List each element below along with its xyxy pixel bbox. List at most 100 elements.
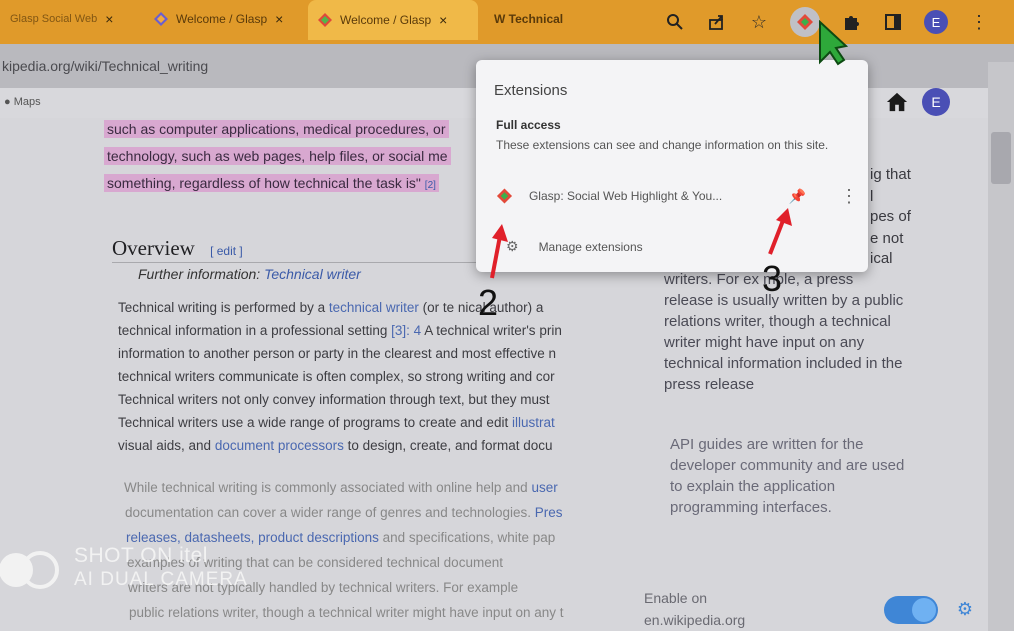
close-icon[interactable]: × xyxy=(105,11,113,27)
inline-link[interactable]: document processors xyxy=(215,438,344,453)
paragraph-text: visual aids, and xyxy=(118,438,215,453)
close-icon[interactable]: × xyxy=(439,12,447,28)
gear-icon[interactable]: ⚙ xyxy=(954,598,976,620)
paragraph-line: Technical writers not only convey inform… xyxy=(118,392,628,407)
highlighted-text[interactable]: technology, such as web pages, help file… xyxy=(104,147,451,165)
paragraph-text: Technical writers use a wide range of pr… xyxy=(118,415,512,430)
bookmark-maps[interactable]: ● Maps xyxy=(4,96,41,108)
share-icon[interactable] xyxy=(706,11,728,33)
highlighted-text[interactable]: something, regardless of how technical t… xyxy=(104,174,439,192)
right-fragment-text: e not xyxy=(870,230,904,247)
paragraph-text: documentation can cover a wider range of… xyxy=(125,505,535,520)
tab-label: Welcome / Glasp xyxy=(176,12,268,26)
right-column-line: technical information included in the xyxy=(664,355,903,372)
paragraph-line: technical information in a professional … xyxy=(118,323,628,338)
camera-logo-icon xyxy=(0,551,59,589)
search-icon[interactable] xyxy=(664,11,686,33)
wiki-header-icons: E xyxy=(886,88,950,116)
tab-glasp-social-web[interactable]: Glasp Social Web × xyxy=(0,4,140,34)
citation-link[interactable]: [2] xyxy=(425,180,436,191)
annotation-arrow-3 xyxy=(768,208,792,255)
glasp-logo-icon xyxy=(318,13,332,27)
mouse-cursor xyxy=(819,20,848,66)
paragraph-text: Technical writers not only convey inform… xyxy=(118,392,550,407)
full-access-label: Full access xyxy=(496,118,561,132)
extension-row-glasp[interactable]: Glasp: Social Web Highlight & You... 📌 ⋮ xyxy=(496,184,858,208)
paragraph-text: A technical writer's prin xyxy=(421,323,562,338)
inline-link[interactable]: Pres xyxy=(535,505,563,520)
enable-on-label: Enable on xyxy=(644,590,708,606)
inline-link[interactable]: [3]: 4 xyxy=(391,323,421,338)
enable-site: en.wikipedia.org xyxy=(644,612,746,628)
annotation-number-2: 2 xyxy=(478,282,499,323)
glasp-logo-icon xyxy=(154,12,168,26)
paragraph-line: visual aids, and document processors to … xyxy=(118,438,628,453)
right-column-line: relations writer, though a technical xyxy=(664,313,891,330)
paragraph-line: technical writers communicate is often c… xyxy=(118,369,628,384)
manage-extensions-button[interactable]: ⚙ Manage extensions xyxy=(506,238,643,255)
popup-title: Extensions xyxy=(494,82,568,99)
right-column-line: API guides are written for the xyxy=(670,436,864,453)
profile-avatar[interactable]: E xyxy=(924,10,948,34)
right-fragment-text: ical xyxy=(870,250,893,267)
tab-strip: Glasp Social Web × Welcome / Glasp × Wel… xyxy=(0,0,1014,44)
url-text[interactable]: kipedia.org/wiki/Technical_writing xyxy=(2,58,208,74)
tab-label: W Technical xyxy=(494,12,564,26)
sidepanel-icon[interactable] xyxy=(882,11,904,33)
bookmark-label: Maps xyxy=(13,96,41,108)
right-column-line: press release xyxy=(664,376,755,393)
paragraph-text: Technical writing is performed by a xyxy=(118,300,329,315)
map-pin-icon: ● xyxy=(4,96,11,108)
inline-link[interactable]: user xyxy=(531,480,557,495)
paragraph-line: releases, datasheets, product descriptio… xyxy=(126,530,636,545)
star-icon[interactable]: ☆ xyxy=(748,11,770,33)
close-icon[interactable]: × xyxy=(275,11,283,27)
pin-icon[interactable]: 📌 xyxy=(789,188,806,205)
paragraph-line: information to another person or party i… xyxy=(118,346,628,361)
watermark-line-2: AI DUAL CAMERA xyxy=(74,569,248,590)
extensions-popup: Extensions Full access These extensions … xyxy=(476,60,868,272)
paragraph-text: information to another person or party i… xyxy=(118,346,556,361)
watermark-line-1: SHOT ON itel xyxy=(74,544,208,567)
paragraph-text: public relations writer, though a techni… xyxy=(129,605,564,620)
inline-link[interactable]: releases, datasheets, product descriptio… xyxy=(126,530,379,545)
right-fragment-text: ig that xyxy=(870,166,911,183)
paragraph-line: While technical writing is commonly asso… xyxy=(124,480,634,495)
more-options-icon[interactable]: ⋮ xyxy=(840,186,858,207)
paragraph-text: While technical writing is commonly asso… xyxy=(124,480,532,495)
wiki-avatar[interactable]: E xyxy=(922,88,950,116)
highlighted-text[interactable]: such as computer applications, medical p… xyxy=(104,120,449,138)
paragraph-line: Technical writing is performed by a tech… xyxy=(118,300,628,315)
inline-link[interactable]: technical writer xyxy=(329,300,419,315)
scrollbar-thumb[interactable] xyxy=(991,132,1011,184)
inline-link[interactable]: illustrat xyxy=(512,415,555,430)
full-access-description: These extensions can see and change info… xyxy=(496,138,829,152)
glasp-logo-icon xyxy=(496,188,513,204)
paragraph-line: public relations writer, though a techni… xyxy=(129,605,639,620)
edit-link[interactable]: [ edit ] xyxy=(210,244,243,258)
annotation-number-3: 3 xyxy=(762,258,783,299)
paragraph-text: technical information in a professional … xyxy=(118,323,392,338)
enable-toggle[interactable] xyxy=(884,596,938,624)
right-column-line: to explain the application xyxy=(670,478,836,495)
extension-name[interactable]: Glasp: Social Web Highlight & You... xyxy=(529,189,767,203)
tab-welcome-glasp-1[interactable]: Welcome / Glasp × xyxy=(144,4,304,34)
paragraph-line: documentation can cover a wider range of… xyxy=(125,505,635,520)
paragraph-text: technical writers communicate is often c… xyxy=(118,369,555,384)
home-icon[interactable] xyxy=(886,91,908,113)
right-fragment-text: pes of xyxy=(870,208,911,225)
glasp-extension-icon[interactable] xyxy=(790,7,820,37)
heading-text: Overview xyxy=(112,236,195,260)
menu-icon[interactable]: ⋮ xyxy=(968,11,990,33)
manage-extensions-label: Manage extensions xyxy=(538,239,643,254)
paragraph-line: Technical writers use a wide range of pr… xyxy=(118,415,628,430)
further-link[interactable]: Technical writer xyxy=(264,266,361,282)
toggle-knob xyxy=(912,598,936,622)
tab-welcome-glasp-2[interactable]: Welcome / Glasp × xyxy=(308,0,478,40)
paragraph-text: to design, create, and format docu xyxy=(343,438,553,453)
tab-label: Glasp Social Web xyxy=(10,13,98,25)
scrollbar[interactable] xyxy=(988,62,1014,631)
right-column-line: developer community and are used xyxy=(670,457,905,474)
right-fragment-text: l xyxy=(870,188,874,205)
tab-technical-writing[interactable]: W Technical xyxy=(484,4,584,34)
